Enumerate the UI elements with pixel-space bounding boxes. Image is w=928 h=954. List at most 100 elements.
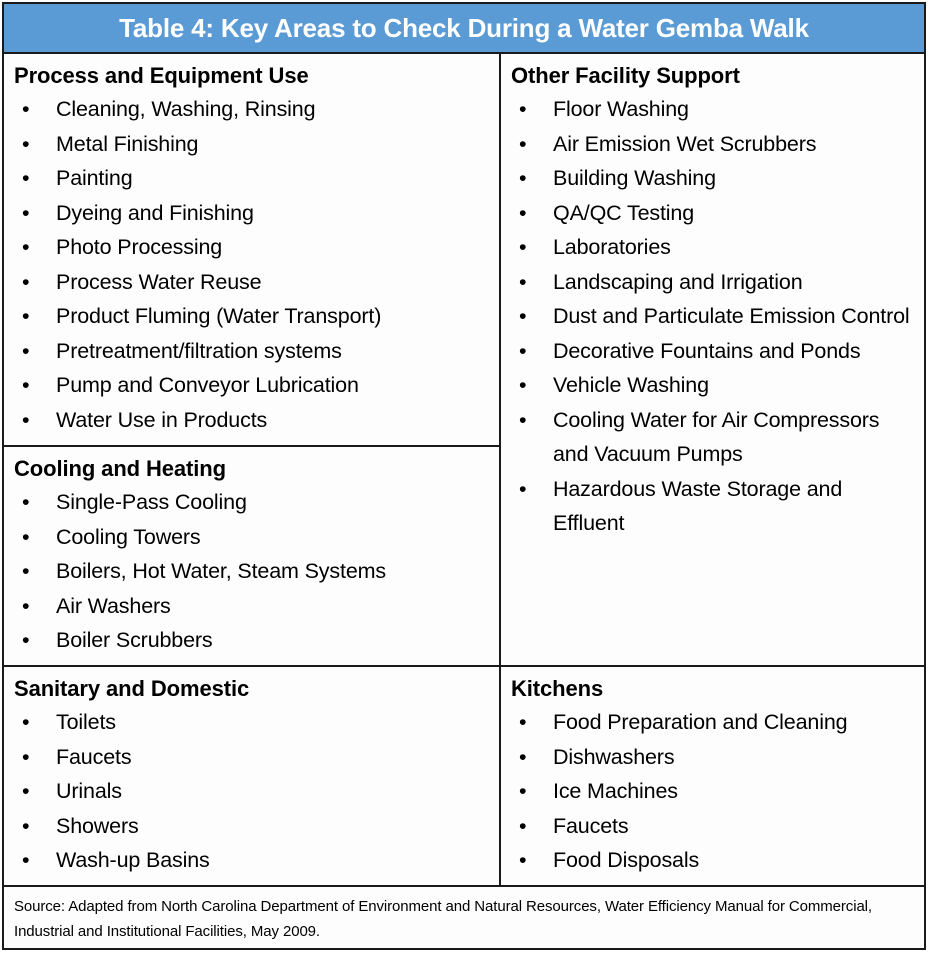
list-item: • Photo Processing <box>12 230 493 265</box>
list-item: • Painting <box>12 161 493 196</box>
list-item-label: Building Washing <box>553 166 716 190</box>
list-item: • Faucets <box>12 740 493 775</box>
list-item-label: Process Water Reuse <box>56 269 262 294</box>
table-header: Table 4: Key Areas to Check During a Wat… <box>4 4 924 54</box>
list-item: • Pump and Conveyor Lubrication <box>12 368 493 403</box>
bullet-icon: • <box>519 848 527 872</box>
list-kitchens: • Food Preparation and Cleaning • Dishwash… <box>509 705 918 878</box>
bullet-icon: • <box>22 490 30 514</box>
bullet-icon: • <box>22 166 30 190</box>
bullet-icon: • <box>22 848 30 872</box>
table-column-left: Process and Equipment Use • Cleaning, Was… <box>4 54 501 885</box>
list-item-label: Hazardous Waste Storage and Effluent <box>553 476 843 536</box>
bullet-icon: • <box>519 476 527 501</box>
section-title-cooling-and-heating: Cooling and Heating <box>14 456 226 481</box>
list-item: • Cooling Towers <box>12 520 493 555</box>
list-item-label: Toilets <box>56 710 116 734</box>
bullet-icon: • <box>22 97 30 121</box>
list-item-label: Cleaning, Washing, Rinsing <box>56 97 316 121</box>
bullet-icon: • <box>519 779 527 803</box>
list-item: • Building Washing <box>509 161 918 196</box>
list-item: • Decorative Fountains and Ponds <box>509 334 918 369</box>
list-item: • Food Preparation and Cleaning <box>509 705 918 740</box>
bullet-icon: • <box>519 235 527 259</box>
list-item-label: Photo Processing <box>56 235 223 259</box>
list-item: • Cooling Water for Air Compressors and V… <box>509 403 918 472</box>
bullet-icon: • <box>22 131 30 156</box>
bullet-icon: • <box>22 338 30 363</box>
list-item: • Laboratories <box>509 230 918 265</box>
list-item: • Dishwashers <box>509 740 918 775</box>
list-item-label: Cooling Water for Air Compressors and Va… <box>553 407 880 467</box>
bullet-icon: • <box>519 710 527 734</box>
cell-sanitary-and-domestic: Sanitary and Domestic • Toilets • Faucets … <box>4 667 499 885</box>
list-item: • Ice Machines <box>509 774 918 809</box>
cell-process-and-equipment-use: Process and Equipment Use • Cleaning, Was… <box>4 54 499 447</box>
list-item: • Process Water Reuse <box>12 265 493 300</box>
list-item: • Faucets <box>509 809 918 844</box>
bullet-icon: • <box>22 524 30 549</box>
list-sanitary-and-domestic: • Toilets • Faucets • Urinals • Showers • Was… <box>12 705 493 878</box>
bullet-icon: • <box>519 200 527 225</box>
list-item-label: Air Emission Wet Scrubbers <box>553 131 817 156</box>
list-process-and-equipment-use: • Cleaning, Washing, Rinsing • Metal Finis… <box>12 92 493 437</box>
list-item-label: Painting <box>56 166 133 190</box>
list-item-label: Air Washers <box>56 593 171 618</box>
bullet-icon: • <box>519 269 527 294</box>
list-item: • Food Disposals <box>509 843 918 878</box>
list-item-label: Single-Pass Cooling <box>56 490 247 514</box>
bullet-icon: • <box>519 166 527 190</box>
list-item-label: Pump and Conveyor Lubrication <box>56 373 359 397</box>
section-title-process-and-equipment-use: Process and Equipment Use <box>14 63 309 88</box>
list-other-facility-support: • Floor Washing • Air Emission Wet Scrubbe… <box>509 92 918 541</box>
bullet-icon: • <box>519 97 527 121</box>
table-body: Process and Equipment Use • Cleaning, Was… <box>4 54 924 885</box>
cell-cooling-and-heating: Cooling and Heating • Single-Pass Cooling… <box>4 447 499 667</box>
list-item-label: Water Use in Products <box>56 407 268 432</box>
list-item-label: Decorative Fountains and Ponds <box>553 338 861 363</box>
list-item: • Air Washers <box>12 589 493 624</box>
list-item: • Pretreatment/filtration systems <box>12 334 493 369</box>
bullet-icon: • <box>519 373 527 397</box>
bullet-icon: • <box>22 559 30 583</box>
list-item: • QA/QC Testing <box>509 196 918 231</box>
source-note: Source: Adapted from North Carolina Depa… <box>14 898 872 940</box>
bullet-icon: • <box>22 744 30 769</box>
bullet-icon: • <box>22 235 30 259</box>
bullet-icon: • <box>22 373 30 397</box>
list-item: • Wash-up Basins <box>12 843 493 878</box>
list-item: • Vehicle Washing <box>509 368 918 403</box>
list-item-label: Dyeing and Finishing <box>56 200 254 225</box>
list-item: • Water Use in Products <box>12 403 493 438</box>
bullet-icon: • <box>519 131 527 156</box>
cell-kitchens: Kitchens • Food Preparation and Cleaning … <box>501 667 924 885</box>
bullet-icon: • <box>22 200 30 225</box>
bullet-icon: • <box>22 407 30 432</box>
list-item: • Hazardous Waste Storage and Effluent <box>509 472 918 541</box>
bullet-icon: • <box>519 338 527 363</box>
list-item-label: Pretreatment/filtration systems <box>56 338 342 363</box>
list-item-label: QA/QC Testing <box>553 200 695 225</box>
list-item-label: Vehicle Washing <box>553 373 709 397</box>
list-item: • Product Fluming (Water Transport) <box>12 299 493 334</box>
list-item: • Urinals <box>12 774 493 809</box>
list-item-label: Faucets <box>553 813 629 838</box>
list-item-label: Ice Machines <box>553 779 678 803</box>
bullet-icon: • <box>22 813 30 838</box>
list-item-label: Urinals <box>56 779 122 803</box>
section-title-sanitary-and-domestic: Sanitary and Domestic <box>14 676 250 701</box>
list-item-label: Boiler Scrubbers <box>56 628 213 652</box>
cell-other-facility-support: Other Facility Support • Floor Washing • A… <box>501 54 924 667</box>
list-item-label: Food Disposals <box>553 848 700 872</box>
bullet-icon: • <box>519 407 527 432</box>
list-item: • Landscaping and Irrigation <box>509 265 918 300</box>
list-item-label: Wash-up Basins <box>56 848 210 872</box>
bullet-icon: • <box>519 744 527 769</box>
table-column-right: Other Facility Support • Floor Washing • A… <box>501 54 924 885</box>
bullet-icon: • <box>519 304 527 328</box>
list-item-label: Dust and Particulate Emission Control <box>553 304 910 328</box>
list-item-label: Food Preparation and Cleaning <box>553 710 848 734</box>
list-item: • Dust and Particulate Emission Control <box>509 299 918 334</box>
section-title-other-facility-support: Other Facility Support <box>511 63 740 88</box>
bullet-icon: • <box>22 269 30 294</box>
